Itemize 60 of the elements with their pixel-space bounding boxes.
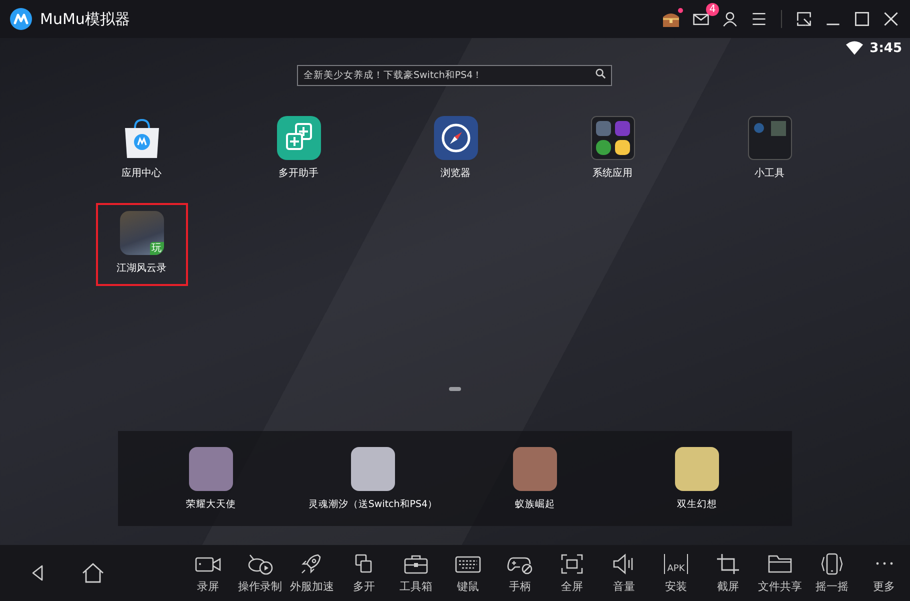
toolbar-button[interactable]: 键鼠 bbox=[442, 547, 494, 599]
app-label: 浏览器 bbox=[440, 166, 470, 180]
resize-window-icon[interactable] bbox=[795, 10, 813, 28]
toolbar-button[interactable]: 工具箱 bbox=[390, 547, 442, 599]
toolbar-button[interactable]: 音量 bbox=[598, 547, 650, 599]
play-badge: 玩 bbox=[150, 242, 164, 255]
app-shortcut[interactable]: 多开助手 bbox=[252, 114, 344, 197]
wifi-icon bbox=[846, 41, 863, 55]
game-shortcut[interactable]: 荣耀大天使 bbox=[186, 446, 236, 510]
app-label: 多开助手 bbox=[278, 166, 318, 180]
game-label: 双生幻想 bbox=[677, 498, 717, 510]
user-icon[interactable] bbox=[721, 10, 739, 28]
toolbar-button[interactable]: 全屏 bbox=[546, 547, 598, 599]
app-shortcut[interactable]: 玩 江湖风云录 bbox=[96, 203, 188, 286]
toolbar-button[interactable]: 多开 bbox=[338, 547, 390, 599]
menu-icon[interactable] bbox=[750, 10, 768, 28]
app-shortcut[interactable]: 应用中心 bbox=[96, 114, 188, 197]
toolbar-button[interactable]: 录屏 bbox=[182, 547, 234, 599]
toolbar-button[interactable]: 操作录制 bbox=[234, 547, 286, 599]
toolbar-button[interactable]: 截屏 bbox=[702, 547, 754, 599]
home-icon[interactable] bbox=[81, 562, 105, 584]
game-label: 灵魂潮汐（送Switch和PS4） bbox=[308, 498, 438, 510]
app-shortcut[interactable]: 浏览器 bbox=[410, 114, 502, 197]
game-label: 荣耀大天使 bbox=[186, 498, 236, 510]
toolbar-button[interactable]: 外服加速 bbox=[286, 547, 338, 599]
photo-placeholder bbox=[675, 446, 719, 490]
search-icon[interactable] bbox=[594, 68, 606, 79]
mouse-play-icon bbox=[246, 552, 274, 576]
app-logo-icon bbox=[10, 8, 32, 30]
clock-time: 3:45 bbox=[870, 40, 902, 56]
more-icon bbox=[876, 562, 892, 565]
crop-icon bbox=[714, 552, 742, 576]
app-shortcut[interactable]: 小工具 bbox=[724, 114, 816, 197]
game-shortcut[interactable]: 灵魂潮汐（送Switch和PS4） bbox=[308, 446, 438, 510]
close-icon[interactable] bbox=[882, 10, 900, 28]
toolbar-button[interactable]: 文件共享 bbox=[754, 547, 806, 599]
multi-window-icon bbox=[276, 116, 320, 160]
photo-placeholder bbox=[189, 446, 233, 490]
mail-count-badge: 4 bbox=[706, 3, 719, 16]
toolbar-button[interactable]: 更多 bbox=[858, 547, 910, 599]
toolbar-button[interactable]: APK 安装 bbox=[650, 547, 702, 599]
app-label: 江湖风云录 bbox=[116, 262, 166, 275]
app-label: 小工具 bbox=[754, 166, 784, 180]
photo-placeholder bbox=[513, 446, 557, 490]
app-label: 系统应用 bbox=[592, 166, 632, 180]
compass-icon bbox=[434, 116, 478, 160]
game-shortcut[interactable]: 蚁族崛起 bbox=[513, 446, 557, 510]
game-label: 蚁族崛起 bbox=[515, 498, 555, 510]
app-shortcut[interactable]: 系统应用 bbox=[566, 114, 658, 197]
toolbar-button[interactable]: 摇一摇 bbox=[806, 547, 858, 599]
widget-folder-icon bbox=[748, 116, 792, 160]
photo-placeholder bbox=[351, 446, 395, 490]
game-shortcut[interactable]: 双生幻想 bbox=[675, 446, 719, 510]
search-field[interactable]: 全新美少女养成！下载豪Switch和PS4！ bbox=[296, 65, 612, 86]
window-title: MuMu模拟器 bbox=[40, 10, 130, 28]
page-indicator bbox=[449, 386, 461, 390]
app-label: 应用中心 bbox=[122, 166, 162, 180]
app-folder-icon bbox=[590, 116, 634, 160]
maximize-icon[interactable] bbox=[853, 10, 871, 28]
toolbar-button[interactable]: 手柄 bbox=[494, 547, 546, 599]
